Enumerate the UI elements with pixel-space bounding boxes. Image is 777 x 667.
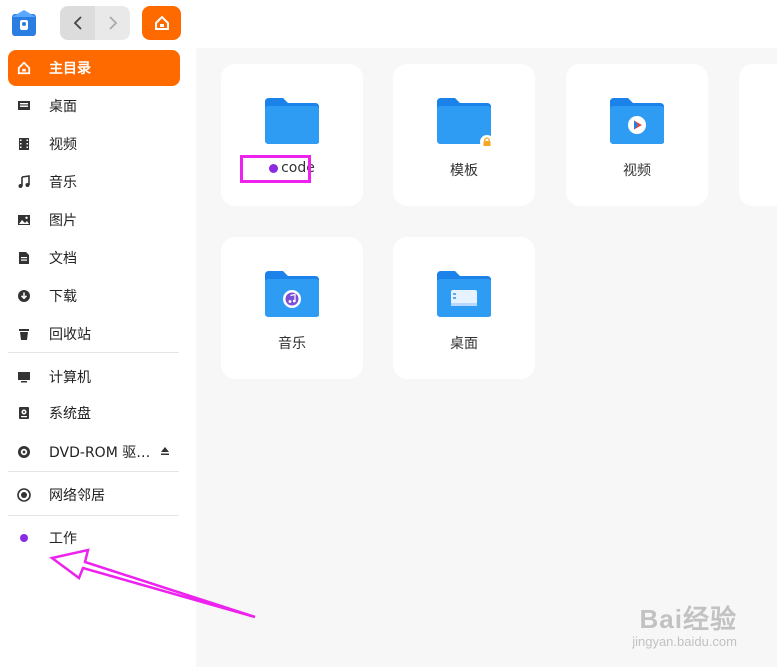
- sidebar-item-label: 下载: [49, 289, 77, 305]
- sidebar-item-pictures[interactable]: 图片: [8, 202, 180, 238]
- sidebar-item-trash[interactable]: 回收站: [8, 316, 180, 352]
- sidebar: 主目录 桌面 视频 音乐 图片 文档 下载 回收站 计算机 系统盘 DVD-RO…: [0, 48, 196, 667]
- sidebar-item-music[interactable]: 音乐: [8, 164, 180, 200]
- dvd-icon: [16, 444, 32, 460]
- music-folder-icon: [265, 271, 319, 317]
- file-view: code 模板 视频 音乐 桌面: [196, 48, 777, 667]
- computer-icon: [16, 369, 32, 385]
- sidebar-item-documents[interactable]: 文档: [8, 240, 180, 276]
- file-item-videos[interactable]: 视频: [566, 64, 708, 206]
- lock-icon: [483, 141, 491, 146]
- sidebar-item-label: 主目录: [49, 61, 91, 77]
- sidebar-item-label: 图片: [49, 213, 77, 229]
- sidebar-item-dvd-rom[interactable]: DVD-ROM 驱…: [8, 434, 180, 470]
- document-icon: [16, 250, 32, 266]
- home-icon: [16, 60, 32, 76]
- video-folder-icon: [610, 98, 664, 144]
- chevron-right-icon: [108, 16, 117, 30]
- sidebar-item-label: 回收站: [49, 327, 91, 343]
- sidebar-item-label: 桌面: [49, 99, 77, 115]
- chevron-left-icon: [73, 16, 82, 30]
- sidebar-item-label: 视频: [49, 137, 77, 153]
- file-name: 模板: [450, 163, 478, 179]
- sidebar-divider: [8, 352, 179, 353]
- file-manager-window: 主目录 桌面 视频 音乐 图片 文档 下载 回收站 计算机 系统盘 DVD-RO…: [0, 0, 777, 667]
- sidebar-item-label: 音乐: [49, 175, 77, 191]
- back-button[interactable]: [60, 6, 95, 40]
- sidebar-item-downloads[interactable]: 下载: [8, 278, 180, 314]
- watermark-logo: Bai经验: [639, 604, 737, 634]
- desktop-icon: [16, 98, 32, 114]
- breadcrumb-home-button[interactable]: [142, 6, 181, 40]
- desktop-folder-icon: [437, 271, 491, 317]
- folder-icon: [437, 98, 493, 146]
- music-icon: [16, 174, 32, 190]
- tag-dot-icon: [16, 530, 32, 546]
- video-icon: [16, 136, 32, 152]
- trash-icon: [16, 326, 32, 342]
- sidebar-divider: [8, 515, 179, 516]
- sidebar-item-label: DVD-ROM 驱…: [49, 445, 151, 461]
- file-item-desktop[interactable]: 桌面: [393, 237, 535, 379]
- forward-button[interactable]: [95, 6, 130, 40]
- sidebar-item-label: 系统盘: [49, 406, 91, 422]
- sidebar-item-network[interactable]: 网络邻居: [8, 477, 180, 513]
- sidebar-item-system-disk[interactable]: 系统盘: [8, 395, 180, 431]
- network-icon: [16, 487, 32, 503]
- sidebar-item-label: 工作: [49, 531, 77, 547]
- file-item-partial[interactable]: [739, 64, 777, 206]
- file-item-templates[interactable]: 模板: [393, 64, 535, 206]
- home-icon: [154, 15, 169, 30]
- eject-icon[interactable]: [160, 446, 170, 456]
- tag-dot-icon: [269, 163, 279, 173]
- sidebar-item-home[interactable]: 主目录: [8, 50, 180, 86]
- file-name: code: [269, 160, 315, 176]
- navigation-buttons: [60, 6, 130, 40]
- picture-icon: [16, 212, 32, 228]
- sidebar-divider: [8, 471, 179, 472]
- download-icon: [16, 288, 32, 304]
- watermark-url: jingyan.baidu.com: [632, 634, 737, 649]
- app-logo-icon[interactable]: [10, 8, 38, 38]
- file-item-music[interactable]: 音乐: [221, 237, 363, 379]
- file-name: 音乐: [278, 336, 306, 352]
- watermark: Bai经验 jingyan.baidu.com: [632, 599, 737, 649]
- sidebar-item-desktop[interactable]: 桌面: [8, 88, 180, 124]
- folder-icon: [265, 98, 319, 144]
- disk-icon: [16, 405, 32, 421]
- file-item-code[interactable]: code: [221, 64, 363, 206]
- title-bar: [0, 0, 777, 48]
- file-name: 视频: [623, 163, 651, 179]
- file-name: 桌面: [450, 336, 478, 352]
- sidebar-item-label: 文档: [49, 251, 77, 267]
- sidebar-item-label: 计算机: [49, 370, 91, 386]
- sidebar-item-computer[interactable]: 计算机: [8, 359, 180, 395]
- sidebar-item-videos[interactable]: 视频: [8, 126, 180, 162]
- sidebar-item-tag-work[interactable]: 工作: [8, 520, 180, 556]
- sidebar-item-label: 网络邻居: [49, 488, 105, 504]
